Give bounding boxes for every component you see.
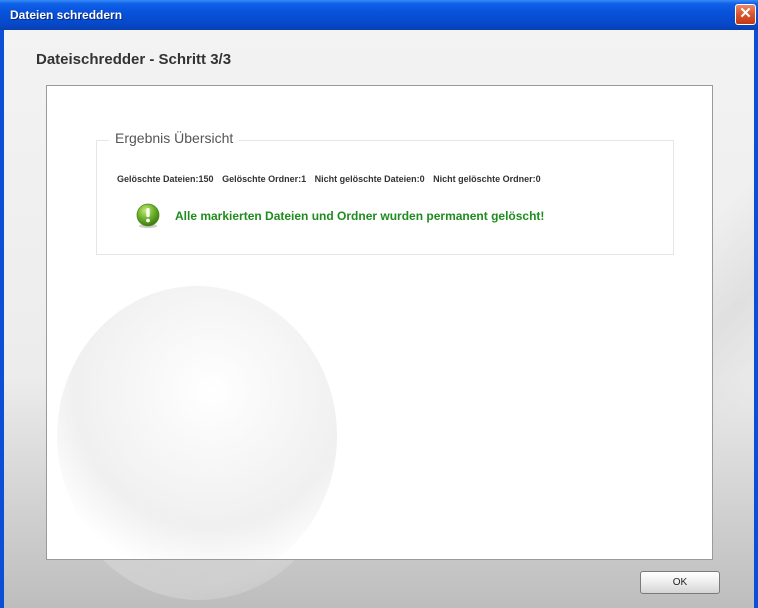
content-panel: Ergebnis Übersicht Gelöschte Dateien:150… [46, 85, 713, 560]
ok-button[interactable]: OK [640, 571, 720, 594]
close-icon: ✕ [739, 5, 752, 22]
stats-row: Gelöschte Dateien:150 Gelöschte Ordner:1… [117, 174, 547, 184]
window-title: Dateien schreddern [10, 8, 123, 22]
stat-deleted-folders: Gelöschte Ordner:1 [222, 174, 307, 184]
results-legend: Ergebnis Übersicht [109, 130, 240, 146]
stat-not-deleted-files: Nicht gelöschte Dateien:0 [314, 174, 425, 184]
title-bar[interactable]: Dateien schreddern ✕ [0, 0, 758, 30]
stat-deleted-files: Gelöschte Dateien:150 [117, 174, 214, 184]
page-title: Dateischredder - Schritt 3/3 [36, 51, 232, 68]
stat-not-deleted-folders: Nicht gelöschte Ordner:0 [433, 174, 541, 184]
close-button[interactable]: ✕ [735, 4, 756, 25]
panel-watermark-decoration [57, 286, 337, 559]
results-groupbox: Ergebnis Übersicht Gelöschte Dateien:150… [96, 130, 674, 255]
exclamation-circle-icon [136, 203, 160, 229]
dialog-client-area: Dateischredder - Schritt 3/3 Ergebnis Üb… [4, 30, 754, 608]
success-message: Alle markierten Dateien und Ordner wurde… [175, 209, 545, 223]
dialog-window: Dateien schreddern ✕ Dateischredder - Sc… [0, 0, 758, 608]
